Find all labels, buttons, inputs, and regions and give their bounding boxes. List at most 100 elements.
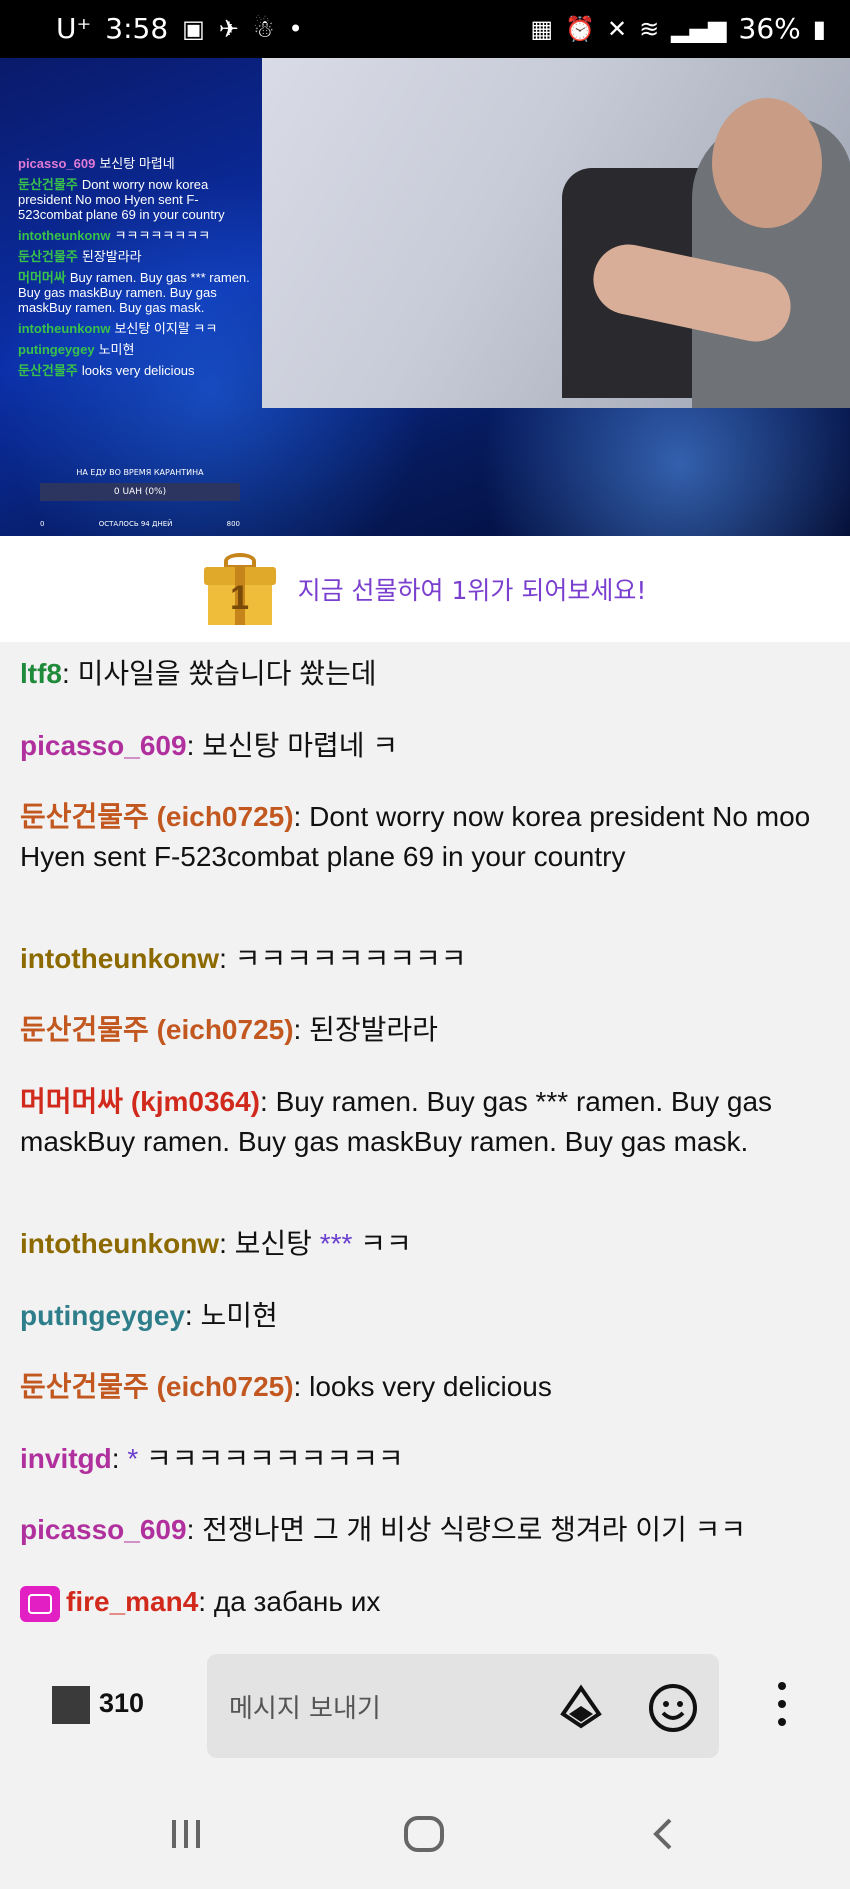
chat-message[interactable]: ltf8: 미사일을 쐈습니다 쐈는데 xyxy=(0,654,850,694)
overlay-chat-user: 둔산건물주 xyxy=(18,363,78,378)
status-bar-right: ▦ ⏰ ✕ ≋ ▂▄▆ 36% ▮ xyxy=(530,12,826,45)
overlay-chat-line: 머머머싸 Buy ramen. Buy gas *** ramen. Buy ga… xyxy=(18,270,253,315)
overlay-chat-line: picasso_609 보신탕 마렵네 xyxy=(18,156,253,171)
overlay-chat-line: 둔산건물주 Dont worry now korea president No m… xyxy=(18,177,253,222)
viewer-count[interactable]: 310 xyxy=(99,1688,144,1719)
chat-message[interactable]: 둔산건물주 (eich0725): Dont worry now korea p… xyxy=(0,797,850,877)
emoji-icon[interactable] xyxy=(647,1682,699,1734)
system-nav-bar xyxy=(0,1780,850,1889)
overlay-chat-text: 보신탕 이지랄 ㅋㅋ xyxy=(114,321,218,336)
chat-message[interactable]: putingeygey: 노미현 xyxy=(0,1296,850,1336)
chat-text: 미사일을 쐈습니다 쐈는데 xyxy=(77,658,377,689)
overlay-chat-user: 둔산건물주 xyxy=(18,249,78,264)
overlay-chat-line: putingeygey 노미현 xyxy=(18,342,253,357)
chat-separator: : xyxy=(219,1228,235,1259)
overlay-chat-line: 둔산건물주 된장발라라 xyxy=(18,249,253,264)
chat-separator: : xyxy=(293,801,310,832)
webcam-feed xyxy=(262,58,850,408)
chat-username[interactable]: ltf8 xyxy=(20,658,62,689)
gift-rank: 1 xyxy=(230,579,250,617)
chat-separator: : xyxy=(219,943,235,974)
chat-separator: : xyxy=(186,1514,203,1545)
chat-text: ㅋㅋㅋㅋㅋㅋㅋㅋㅋ xyxy=(234,943,467,974)
chat-username[interactable]: 둔산건물주 (eich0725) xyxy=(20,1371,294,1402)
overlay-chat-text: 노미현 xyxy=(98,342,135,357)
chat-username[interactable]: 둔산건물주 (eich0725) xyxy=(20,801,294,832)
chat-text: ㅋㅋㅋㅋㅋㅋㅋㅋㅋㅋ xyxy=(138,1443,404,1474)
overlay-chat-line: 둔산건물주 looks very delicious xyxy=(18,363,253,378)
chat-text: ㅋㅋ xyxy=(352,1228,412,1259)
overlay-chat-text: 된장발라라 xyxy=(81,249,142,264)
home-icon[interactable] xyxy=(402,1816,446,1852)
chat-message[interactable]: 둔산건물주 (eich0725): looks very delicious xyxy=(0,1367,850,1407)
chat-message[interactable]: picasso_609: 보신탕 마렵네 ㅋ xyxy=(0,726,850,766)
overlay-chat-user: intotheunkonw xyxy=(18,321,111,336)
chat-input-bar: 310 메시지 보내기 xyxy=(0,1632,850,1762)
chat-list[interactable]: ltf8: 미사일을 쐈습니다 쐈는데 picasso_609: 보신탕 마렵네 … xyxy=(0,642,850,1632)
chat-message[interactable]: 둔산건물주 (eich0725): 된장발라라 xyxy=(0,1010,850,1050)
overlay-chat-user: picasso_609 xyxy=(18,156,96,171)
chat-message[interactable]: invitgd: * ㅋㅋㅋㅋㅋㅋㅋㅋㅋㅋ xyxy=(0,1439,850,1479)
chat-separator: : xyxy=(293,1371,310,1402)
battery-icon: ▮ xyxy=(812,14,826,43)
chat-text: 보신탕 마렵네 ㅋ xyxy=(202,730,399,761)
chat-message[interactable]: fire_man4: да забань их xyxy=(0,1582,850,1622)
chat-username[interactable]: putingeygey xyxy=(20,1300,185,1331)
battery-saver-icon: ▦ xyxy=(530,14,554,43)
overlay-chat-line: intotheunkonw 보신탕 이지랄 ㅋㅋ xyxy=(18,321,253,336)
chat-separator: : xyxy=(111,1443,128,1474)
chat-username[interactable]: intotheunkonw xyxy=(20,1228,219,1259)
chat-username[interactable]: 머머머싸 (kjm0364) xyxy=(20,1086,260,1117)
chat-text: 노미현 xyxy=(200,1300,278,1331)
gem-badge-icon[interactable] xyxy=(20,1585,60,1622)
chat-username[interactable]: invitgd xyxy=(20,1443,112,1474)
chat-username[interactable]: 둔산건물주 (eich0725) xyxy=(20,1014,294,1045)
overlay-chat-user: intotheunkonw xyxy=(18,228,111,243)
gift-box-icon: 1 xyxy=(203,553,276,625)
overlay-chat-user: 머머머싸 xyxy=(18,270,66,285)
video-player[interactable]: picasso_609 보신탕 마렵네둔산건물주 Dont worry now ko… xyxy=(0,58,850,536)
chat-separator: : xyxy=(293,1014,310,1045)
chat-username[interactable]: picasso_609 xyxy=(20,1514,187,1545)
figure-icon: ☃ xyxy=(252,14,275,43)
overlay-chat-text: looks very delicious xyxy=(81,363,195,378)
overlay-chat-user: 둔산건물주 xyxy=(18,177,78,192)
overlay-chat-user: putingeygey xyxy=(18,342,95,357)
message-placeholder: 메시지 보내기 xyxy=(229,1694,381,1724)
donation-goal-title: НА ЕДУ ВО ВРЕМЯ КАРАНТИНА xyxy=(76,468,204,477)
plane-icon: ✈ xyxy=(218,14,239,43)
carrier-label: U⁺ xyxy=(56,12,92,45)
donation-goal-min: 0 xyxy=(40,520,45,528)
signal-icon: ▂▄▆ xyxy=(671,14,727,43)
chat-text: да забань их xyxy=(213,1586,381,1617)
donation-goal-axis: 0 ОСТАЛОСЬ 94 ДНЕЙ 800 xyxy=(40,520,240,528)
chat-separator: : xyxy=(186,730,203,761)
chat-text: 된장발라라 xyxy=(309,1014,438,1045)
gift-banner[interactable]: 1 지금 선물하여 1위가 되어보세요! xyxy=(0,536,850,643)
donation-goal-remaining: ОСТАЛОСЬ 94 ДНЕЙ xyxy=(98,520,173,528)
bits-icon[interactable] xyxy=(557,1684,605,1732)
chat-username[interactable]: intotheunkonw xyxy=(20,943,219,974)
chat-mention: *** xyxy=(319,1228,353,1259)
alarm-icon: ⏰ xyxy=(565,14,595,43)
gem-icon xyxy=(28,1593,52,1614)
more-icon[interactable] xyxy=(770,1678,794,1730)
battery-percent: 36% xyxy=(738,12,801,45)
mute-icon: ✕ xyxy=(606,14,628,43)
chat-message[interactable]: picasso_609: 전쟁나면 그 개 비상 식량으로 챙겨라 이기 ㅋㅋ xyxy=(0,1510,850,1550)
chat-text: 보신탕 xyxy=(234,1228,320,1259)
chat-message[interactable]: 머머머싸 (kjm0364): Buy ramen. Buy gas *** r… xyxy=(0,1082,850,1162)
chat-separator: : xyxy=(260,1086,276,1117)
chat-separator: : xyxy=(62,658,78,689)
recent-apps-icon[interactable] xyxy=(168,1816,204,1852)
chat-message[interactable]: intotheunkonw: 보신탕 *** ㅋㅋ xyxy=(0,1224,850,1264)
donation-goal-bar: 0 UAH (0%) xyxy=(40,483,240,501)
gift-banner-text: 지금 선물하여 1위가 되어보세요! xyxy=(297,576,647,605)
chat-username[interactable]: fire_man4 xyxy=(66,1586,198,1617)
back-icon[interactable] xyxy=(648,1816,678,1852)
chat-message[interactable]: intotheunkonw: ㅋㅋㅋㅋㅋㅋㅋㅋㅋ xyxy=(0,939,850,979)
viewer-avatar xyxy=(52,1686,90,1724)
chat-username[interactable]: picasso_609 xyxy=(20,730,187,761)
message-input[interactable]: 메시지 보내기 xyxy=(207,1654,719,1758)
chat-separator: : xyxy=(198,1586,214,1617)
